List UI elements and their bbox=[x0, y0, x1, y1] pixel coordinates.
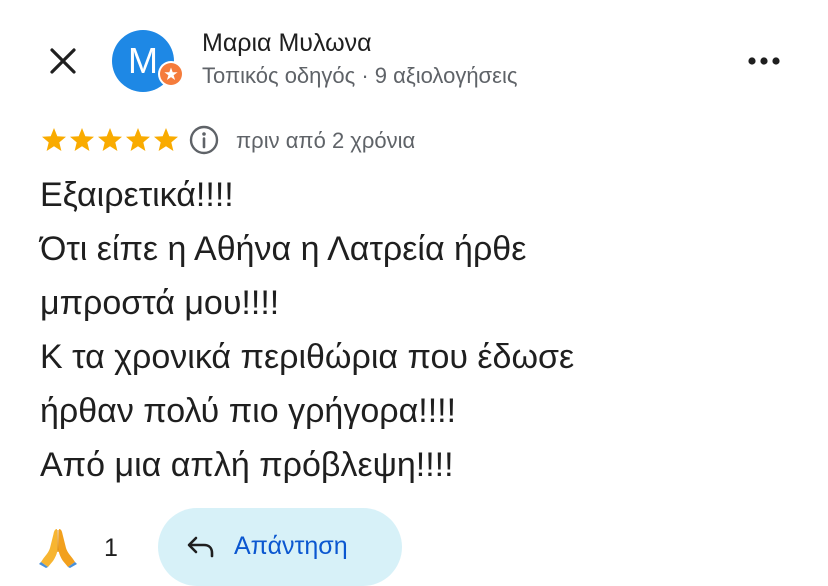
review-header: M Μαρια Μυλωνα Τοπικός οδηγός · 9 αξιολο… bbox=[0, 0, 828, 120]
review-line: Εξαιρετικά!!!! bbox=[40, 176, 234, 214]
review-line: Από μια απλή πρόβλεψη!!!! bbox=[40, 446, 454, 484]
close-button[interactable] bbox=[44, 42, 82, 80]
close-icon bbox=[50, 48, 76, 74]
star-icon bbox=[154, 128, 178, 151]
star-rating bbox=[40, 124, 180, 160]
review-date: πριν από 2 χρόνια bbox=[236, 128, 416, 153]
rating-row: πριν από 2 χρόνια bbox=[40, 122, 800, 162]
reply-label: Απάντηση bbox=[234, 532, 348, 560]
review-line: Ότι είπε η Αθήνα η Λατρεία ήρθε bbox=[40, 230, 527, 268]
info-button[interactable] bbox=[188, 124, 220, 156]
review-line: μπροστά μου!!!! bbox=[40, 284, 280, 322]
more-options-button[interactable] bbox=[742, 44, 786, 78]
star-icon bbox=[70, 128, 94, 151]
local-guide-badge-icon bbox=[158, 61, 184, 87]
review-line: Κ τα χρονικά περιθώρια που έδωσε bbox=[40, 338, 575, 376]
reply-arrow-icon bbox=[187, 536, 214, 558]
star-icon bbox=[42, 128, 66, 151]
review-line: ήρθαν πολύ πιο γρήγορα!!!! bbox=[40, 392, 457, 430]
reaction-count: 1 bbox=[104, 534, 118, 562]
reply-button[interactable]: Απάντηση bbox=[158, 508, 402, 586]
more-horizontal-icon bbox=[748, 57, 780, 65]
info-icon bbox=[189, 125, 219, 155]
folded-hands-icon bbox=[39, 529, 77, 568]
review-text: Εξαιρετικά!!!! Ότι είπε η Αθήνα η Λατρεί… bbox=[40, 168, 800, 492]
author-meta: Τοπικός οδηγός · 9 αξιολογήσεις bbox=[202, 63, 518, 88]
author-name[interactable]: Μαρια Μυλωνα bbox=[202, 29, 372, 58]
star-icon bbox=[98, 128, 122, 151]
star-icon bbox=[126, 128, 150, 151]
